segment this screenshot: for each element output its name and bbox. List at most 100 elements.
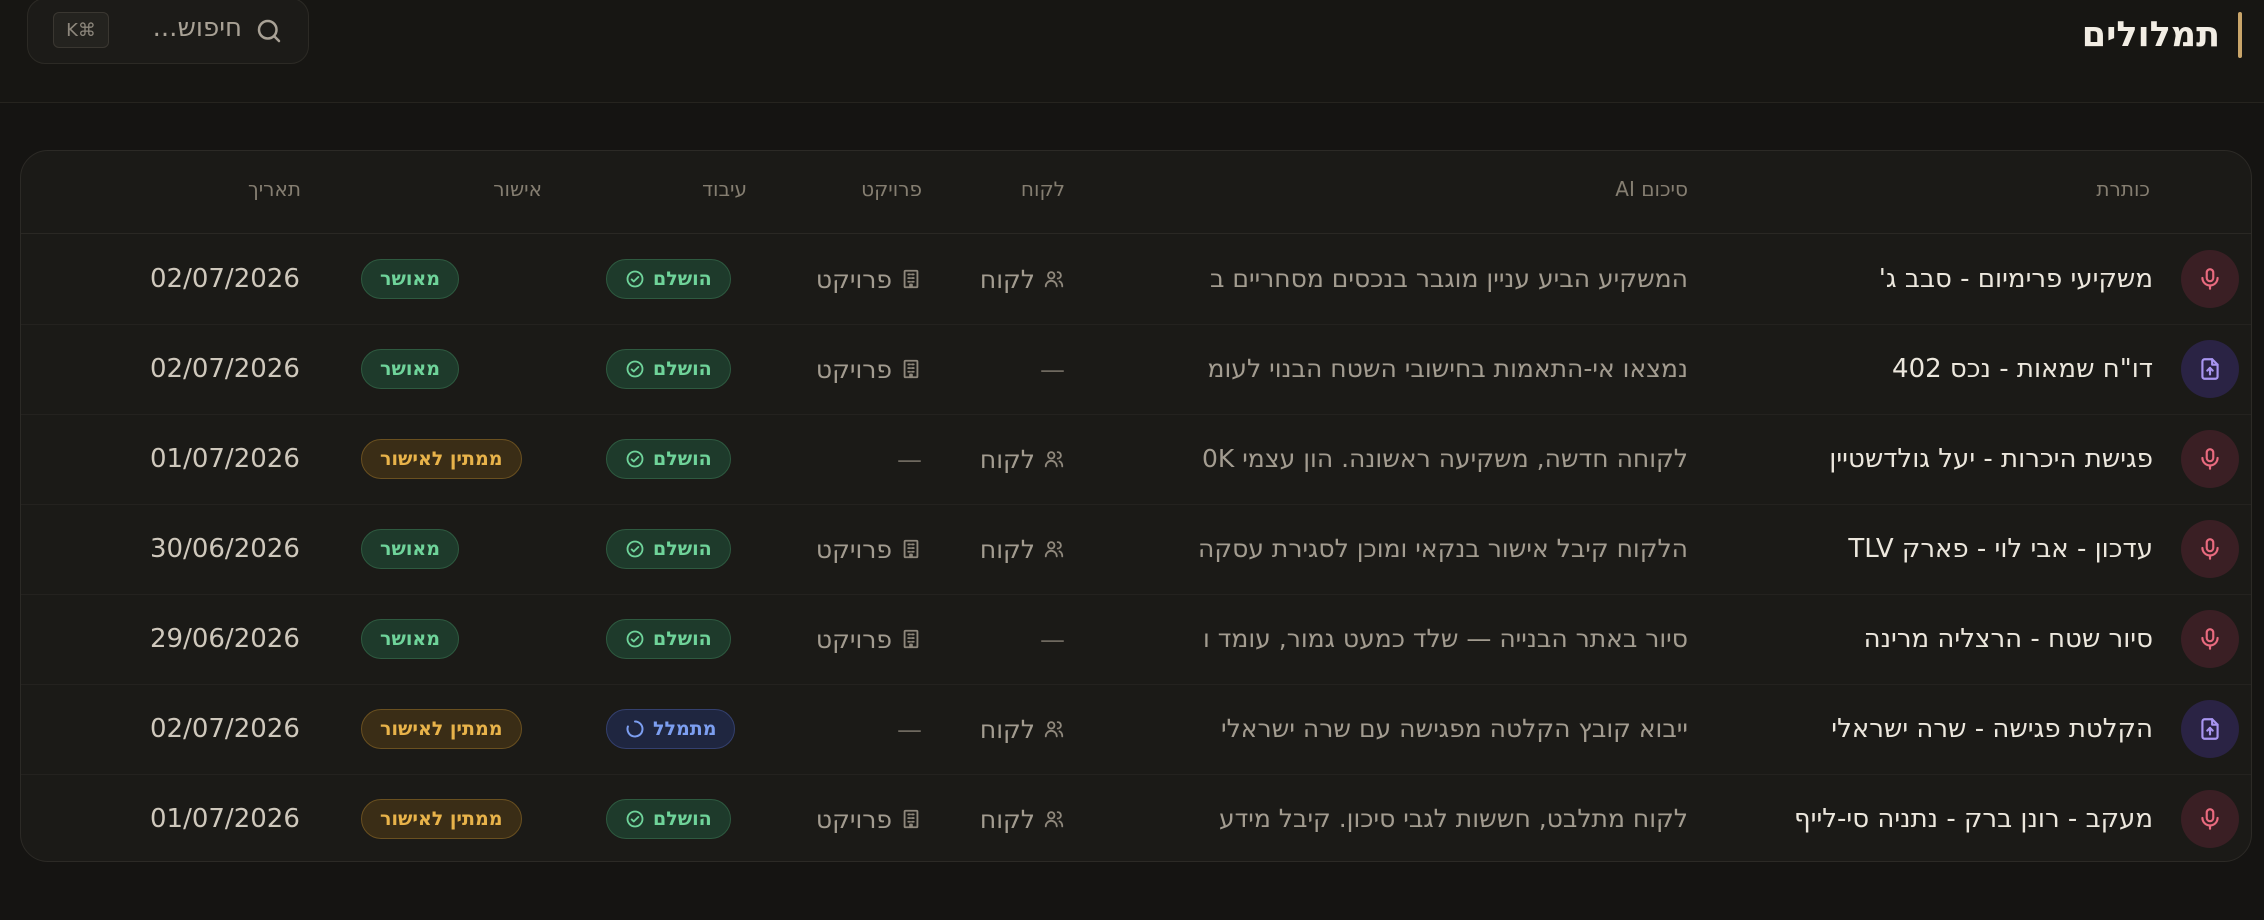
page-header: תמלולים <box>2082 12 2242 58</box>
row-summary: המשקיע הביע עניין מוגבר בנכסים מסחריים ב <box>1210 264 1688 293</box>
row-summary: לקוחה חדשה, משקיעה ראשונה. הון עצמי 0K <box>1201 444 1688 473</box>
summary-cell: ייבוא קובץ הקלטה מפגישה עם שרה ישראלי <box>1168 684 1688 774</box>
column-header-project[interactable]: פרויקט <box>861 177 922 201</box>
row-project: פרויקט <box>815 354 892 384</box>
client-cell: — <box>1040 324 1065 414</box>
row-date: 01/07/2026 <box>150 804 300 834</box>
approval-badge[interactable]: ממתין לאישור <box>361 799 522 839</box>
row-title[interactable]: דו"ח שמאות - נכס 402 <box>1892 324 2153 414</box>
approval-badge[interactable]: מאושר <box>361 529 459 569</box>
approval-cell: ממתין לאישור <box>361 709 522 749</box>
row-date: 01/07/2026 <box>150 444 300 474</box>
building-icon <box>900 268 922 290</box>
row-title[interactable]: סיור שטח - הרצליה מרינה <box>1864 594 2153 684</box>
column-header-title[interactable]: כותרת <box>2096 177 2150 201</box>
client-cell[interactable]: לקוח <box>980 414 1065 504</box>
summary-cell: נמצאו אי-התאמות בחישובי השטח הבנוי לעומ <box>1168 324 1688 414</box>
approval-cell: ממתין לאישור <box>361 439 522 479</box>
processing-cell: הושלם <box>606 259 731 299</box>
table-row[interactable]: פגישת היכרות - יעל גולדשטיין לקוחה חדשה,… <box>21 414 2251 505</box>
check-circle-icon <box>625 809 645 829</box>
row-project: פרויקט <box>815 624 892 654</box>
search-input[interactable]: חיפוש... <box>153 13 242 43</box>
processing-label: מתמלל <box>653 718 717 740</box>
row-summary: ייבוא קובץ הקלטה מפגישה עם שרה ישראלי <box>1220 714 1688 743</box>
approval-label: מאושר <box>380 628 440 650</box>
row-project: פרויקט <box>815 534 892 564</box>
row-title[interactable]: עדכון - אבי לוי - פארק TLV <box>1848 504 2153 594</box>
table-row[interactable]: עדכון - אבי לוי - פארק TLV הלקוח קיבל אי… <box>21 504 2251 595</box>
project-cell[interactable]: פרויקט <box>816 504 922 594</box>
processing-cell: הושלם <box>606 349 731 389</box>
row-date: 02/07/2026 <box>150 354 300 384</box>
processing-label: הושלם <box>653 808 712 830</box>
approval-badge[interactable]: מאושר <box>361 349 459 389</box>
building-icon <box>900 628 922 650</box>
column-header-date[interactable]: תאריך <box>248 177 301 201</box>
processing-badge: מתמלל <box>606 709 736 749</box>
row-title[interactable]: משקיעי פרימיום - סבב ג' <box>1879 234 2153 324</box>
client-cell[interactable]: לקוח <box>979 774 1065 861</box>
processing-badge: הושלם <box>606 439 731 479</box>
client-cell[interactable]: לקוח <box>980 504 1065 594</box>
processing-badge: הושלם <box>606 259 731 299</box>
check-circle-icon <box>625 359 645 379</box>
row-date: 02/07/2026 <box>150 264 300 294</box>
project-cell[interactable]: פרויקט <box>816 774 922 861</box>
approval-badge[interactable]: ממתין לאישור <box>361 709 522 749</box>
column-header-summary[interactable]: סיכום AI <box>1615 177 1688 201</box>
table-row[interactable]: סיור שטח - הרצליה מרינה סיור באתר הבנייה… <box>21 594 2251 685</box>
approval-label: ממתין לאישור <box>380 718 503 740</box>
row-summary: הלקוח קיבל אישור בנקאי ומוכן לסגירת עסקה <box>1198 534 1688 563</box>
row-date: 29/06/2026 <box>150 624 300 654</box>
approval-cell: מאושר <box>361 529 459 569</box>
users-icon <box>1043 538 1065 560</box>
building-icon <box>900 808 922 830</box>
row-title[interactable]: הקלטת פגישה - שרה ישראלי <box>1831 684 2153 774</box>
building-icon <box>900 538 922 560</box>
search-icon <box>257 19 281 43</box>
processing-badge: הושלם <box>606 619 731 659</box>
column-header-approval[interactable]: אישור <box>493 177 542 201</box>
client-cell[interactable]: לקוח <box>980 234 1065 324</box>
row-title[interactable]: מעקב - רונן ברק - נתניה סי-לייף <box>1794 774 2153 861</box>
microphone-icon <box>2181 790 2239 848</box>
row-project: — <box>897 714 922 744</box>
approval-label: מאושר <box>380 358 440 380</box>
approval-badge[interactable]: ממתין לאישור <box>361 439 522 479</box>
search-box[interactable]: K⌘ חיפוש... <box>27 0 309 64</box>
row-title[interactable]: פגישת היכרות - יעל גולדשטיין <box>1829 414 2153 504</box>
processing-label: הושלם <box>653 628 712 650</box>
approval-badge[interactable]: מאושר <box>361 259 459 299</box>
column-header-processing[interactable]: עיבוד <box>702 177 747 201</box>
spinner-icon <box>625 719 645 739</box>
page-title: תמלולים <box>2081 15 2220 55</box>
project-cell: — <box>897 414 922 504</box>
project-cell[interactable]: פרויקט <box>816 234 922 324</box>
row-date: 30/06/2026 <box>150 534 300 564</box>
approval-label: מאושר <box>380 538 440 560</box>
approval-label: מאושר <box>380 268 440 290</box>
approval-badge[interactable]: מאושר <box>361 619 459 659</box>
check-circle-icon <box>625 629 645 649</box>
row-client: — <box>1040 354 1065 384</box>
table-row[interactable]: מעקב - רונן ברק - נתניה סי-לייף לקוח מתל… <box>21 774 2251 861</box>
row-summary: נמצאו אי-התאמות בחישובי השטח הבנוי לעומ <box>1207 354 1688 383</box>
client-cell[interactable]: לקוח <box>980 684 1065 774</box>
summary-cell: לקוחה חדשה, משקיעה ראשונה. הון עצמי 0K <box>1168 414 1688 504</box>
client-cell: — <box>1040 594 1065 684</box>
summary-cell: הלקוח קיבל אישור בנקאי ומוכן לסגירת עסקה <box>1168 504 1688 594</box>
file-upload-icon <box>2181 340 2239 398</box>
table-row[interactable]: הקלטת פגישה - שרה ישראלי ייבוא קובץ הקלט… <box>21 684 2251 775</box>
table-row[interactable]: דו"ח שמאות - נכס 402 נמצאו אי-התאמות בחי… <box>21 324 2251 415</box>
project-cell[interactable]: פרויקט <box>816 324 922 414</box>
column-header-client[interactable]: לקוח <box>1021 177 1065 201</box>
approval-cell: מאושר <box>361 259 459 299</box>
approval-label: ממתין לאישור <box>380 448 503 470</box>
processing-label: הושלם <box>653 538 712 560</box>
row-client: לקוח <box>979 804 1035 834</box>
summary-cell: המשקיע הביע עניין מוגבר בנכסים מסחריים ב <box>1168 234 1688 324</box>
table-row[interactable]: משקיעי פרימיום - סבב ג' המשקיע הביע עניי… <box>21 234 2251 325</box>
row-client: לקוח <box>979 264 1035 294</box>
project-cell[interactable]: פרויקט <box>816 594 922 684</box>
